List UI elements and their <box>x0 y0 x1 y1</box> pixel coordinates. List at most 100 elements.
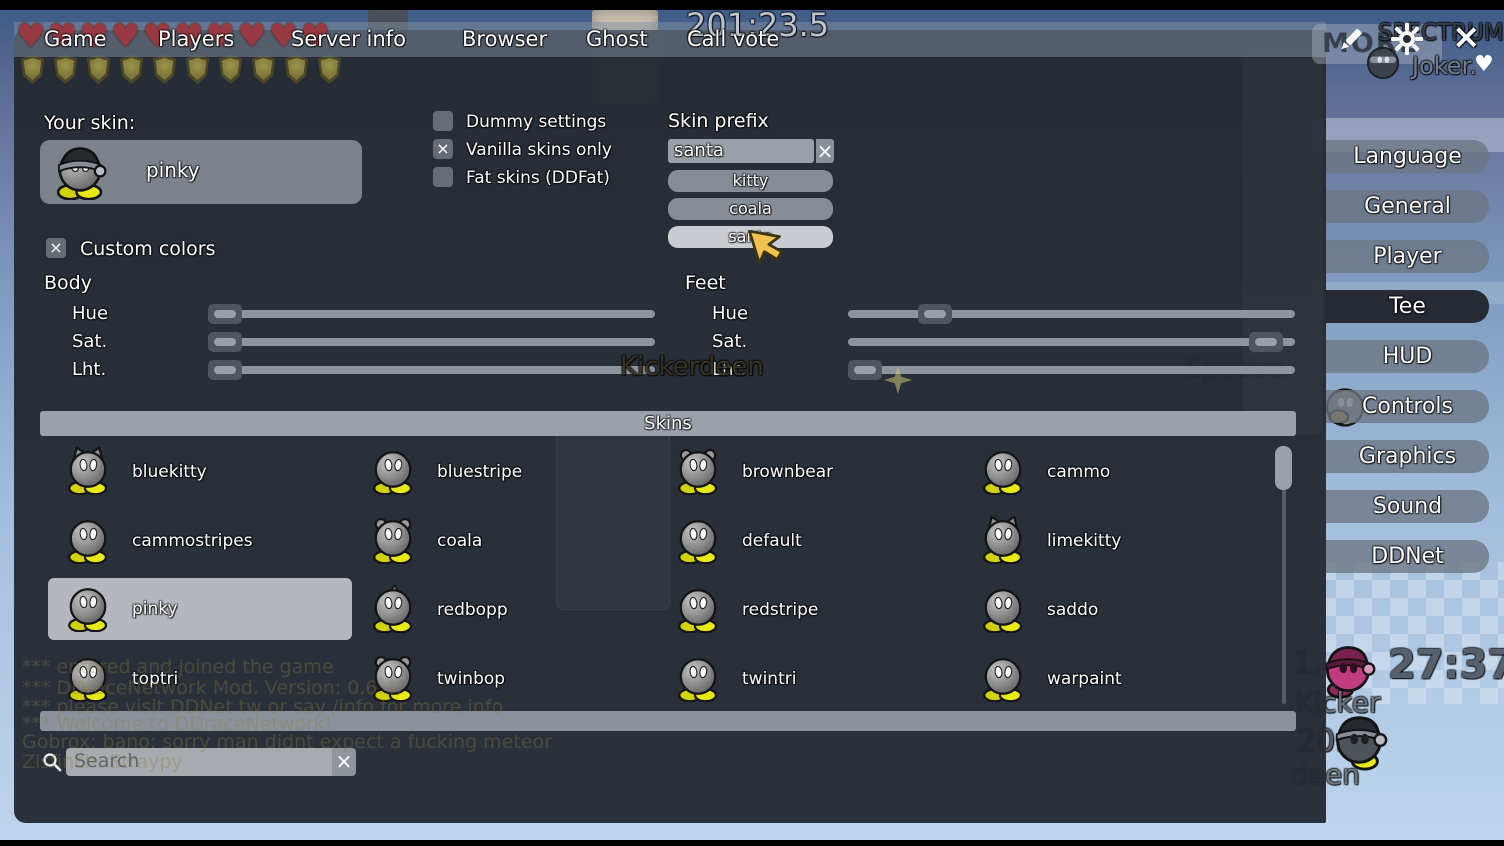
body-sat-slider[interactable] <box>208 338 655 346</box>
dummy-settings-label[interactable]: Dummy settings <box>466 112 606 132</box>
armor-shields <box>20 55 342 84</box>
fat-skins-checkbox[interactable] <box>433 167 453 187</box>
slider-handle[interactable] <box>848 360 882 380</box>
slider-handle[interactable] <box>1249 332 1283 352</box>
skin-prefix-clear-button[interactable]: × <box>816 139 834 163</box>
gear-icon[interactable] <box>1390 22 1424 56</box>
mouse-cursor-icon <box>745 230 785 270</box>
skin-item-twintri[interactable]: twintri <box>658 648 962 710</box>
body-hue-slider[interactable] <box>208 310 655 318</box>
skins-header: Skins <box>40 411 1296 436</box>
skin-name: cammostripes <box>132 510 253 572</box>
tab-controls[interactable]: Controls <box>1326 390 1489 423</box>
skin-item-brownbear[interactable]: brownbear <box>658 441 962 503</box>
dummy-settings-checkbox[interactable] <box>433 111 453 131</box>
shield-icon <box>152 55 177 84</box>
prefix-button-coala[interactable]: coala <box>668 198 833 220</box>
tee-icon <box>979 516 1027 564</box>
slider-handle[interactable] <box>208 304 242 324</box>
skin-item-pinky-selected[interactable]: pinky <box>48 578 352 640</box>
shield-icon <box>185 55 210 84</box>
skin-item-warpaint[interactable]: warpaint <box>963 648 1267 710</box>
menu-item-players[interactable]: Players <box>158 27 234 51</box>
custom-colors-label[interactable]: Custom colors <box>80 238 216 260</box>
menu-item-call-vote[interactable]: Call vote <box>687 27 779 51</box>
heart-icon: ♥ <box>237 19 267 52</box>
prefix-button-kitty[interactable]: kitty <box>668 170 833 192</box>
body-sat-label: Sat. <box>72 331 107 352</box>
close-icon[interactable]: × <box>1452 20 1481 54</box>
skin-item-bluestripe[interactable]: bluestripe <box>353 441 657 503</box>
tee-icon <box>64 584 112 632</box>
skin-item-cammo[interactable]: cammo <box>963 441 1267 503</box>
skin-item-coala[interactable]: coala <box>353 510 657 572</box>
your-skin-preview[interactable]: pinky <box>40 140 362 204</box>
tab-language[interactable]: Language <box>1326 140 1489 173</box>
tee-icon <box>674 447 722 495</box>
tab-ddnet[interactable]: DDNet <box>1326 540 1489 573</box>
tee-icon <box>369 585 417 633</box>
skin-name: saddo <box>1047 579 1098 641</box>
feet-hue-label: Hue <box>712 303 748 324</box>
pencil-icon[interactable] <box>1336 24 1366 54</box>
shield-icon <box>20 55 45 84</box>
feet-hue-slider[interactable] <box>848 310 1295 318</box>
skin-item-limekitty[interactable]: limekitty <box>963 510 1267 572</box>
tee-icon <box>979 585 1027 633</box>
feet-sat-slider[interactable] <box>848 338 1295 346</box>
skin-name: warpaint <box>1047 648 1122 710</box>
skin-name: limekitty <box>1047 510 1121 572</box>
tab-general[interactable]: General <box>1326 190 1489 223</box>
nameplate-kickerdeen: Kickerdeen <box>620 352 764 382</box>
feet-lht-slider[interactable] <box>848 366 1295 374</box>
slider-handle[interactable] <box>918 304 952 324</box>
vanilla-skins-checkbox[interactable]: × <box>433 139 453 159</box>
skin-prefix-label: Skin prefix <box>668 110 769 132</box>
heart-icon: ♥ <box>16 19 46 52</box>
body-section-label: Body <box>44 272 92 294</box>
tee-icon <box>979 654 1027 702</box>
skin-item-default[interactable]: default <box>658 510 962 572</box>
tab-hud[interactable]: HUD <box>1326 340 1489 373</box>
tee-icon <box>674 654 722 702</box>
vanilla-skins-label[interactable]: Vanilla skins only <box>466 140 612 160</box>
menu-item-server-info[interactable]: Server info <box>291 27 406 51</box>
chat-line: Gobrox: bano: sorry man didnt expect a f… <box>22 731 552 753</box>
custom-colors-checkbox[interactable]: × <box>46 238 66 258</box>
skins-scrollbar-handle[interactable] <box>1275 446 1292 490</box>
tee-icon <box>64 516 112 564</box>
menu-item-browser[interactable]: Browser <box>462 27 547 51</box>
tee-icon <box>674 585 722 633</box>
slider-handle[interactable] <box>208 360 242 380</box>
checkbox-mark: × <box>436 139 449 158</box>
body-lht-slider[interactable] <box>208 366 655 374</box>
body-hue-label: Hue <box>72 303 108 324</box>
skin-item-redstripe[interactable]: redstripe <box>658 579 962 641</box>
menu-item-ghost[interactable]: Ghost <box>586 27 648 51</box>
your-skin-tee-icon <box>52 144 108 200</box>
shield-icon <box>53 55 78 84</box>
tab-graphics[interactable]: Graphics <box>1326 440 1489 473</box>
skin-item-redbopp[interactable]: redbopp <box>353 579 657 641</box>
tab-tee[interactable]: Tee <box>1326 290 1489 323</box>
skin-prefix-input[interactable]: santa <box>668 139 814 163</box>
fat-skins-label[interactable]: Fat skins (DDFat) <box>466 168 610 188</box>
tee-icon <box>369 447 417 495</box>
skin-item-bluekitty[interactable]: bluekitty <box>48 441 352 503</box>
skin-name: twintri <box>742 648 796 710</box>
menu-item-game[interactable]: Game <box>44 27 107 51</box>
shield-icon <box>317 55 342 84</box>
feet-sat-label: Sat. <box>712 331 747 352</box>
chat-line: Zisfinch: Straypy <box>22 751 183 773</box>
heart-icon: ♥ <box>111 19 141 52</box>
skin-item-saddo[interactable]: saddo <box>963 579 1267 641</box>
shield-icon <box>119 55 144 84</box>
skin-name: bluestripe <box>437 441 522 503</box>
scoreboard-time-1: 27:37 <box>1388 642 1504 688</box>
tab-player[interactable]: Player <box>1326 240 1489 273</box>
checkbox-mark: × <box>49 238 62 257</box>
body-lht-label: Lht. <box>72 359 106 380</box>
tab-sound[interactable]: Sound <box>1326 490 1489 523</box>
slider-handle[interactable] <box>208 332 242 352</box>
skin-item-cammostripes[interactable]: cammostripes <box>48 510 352 572</box>
